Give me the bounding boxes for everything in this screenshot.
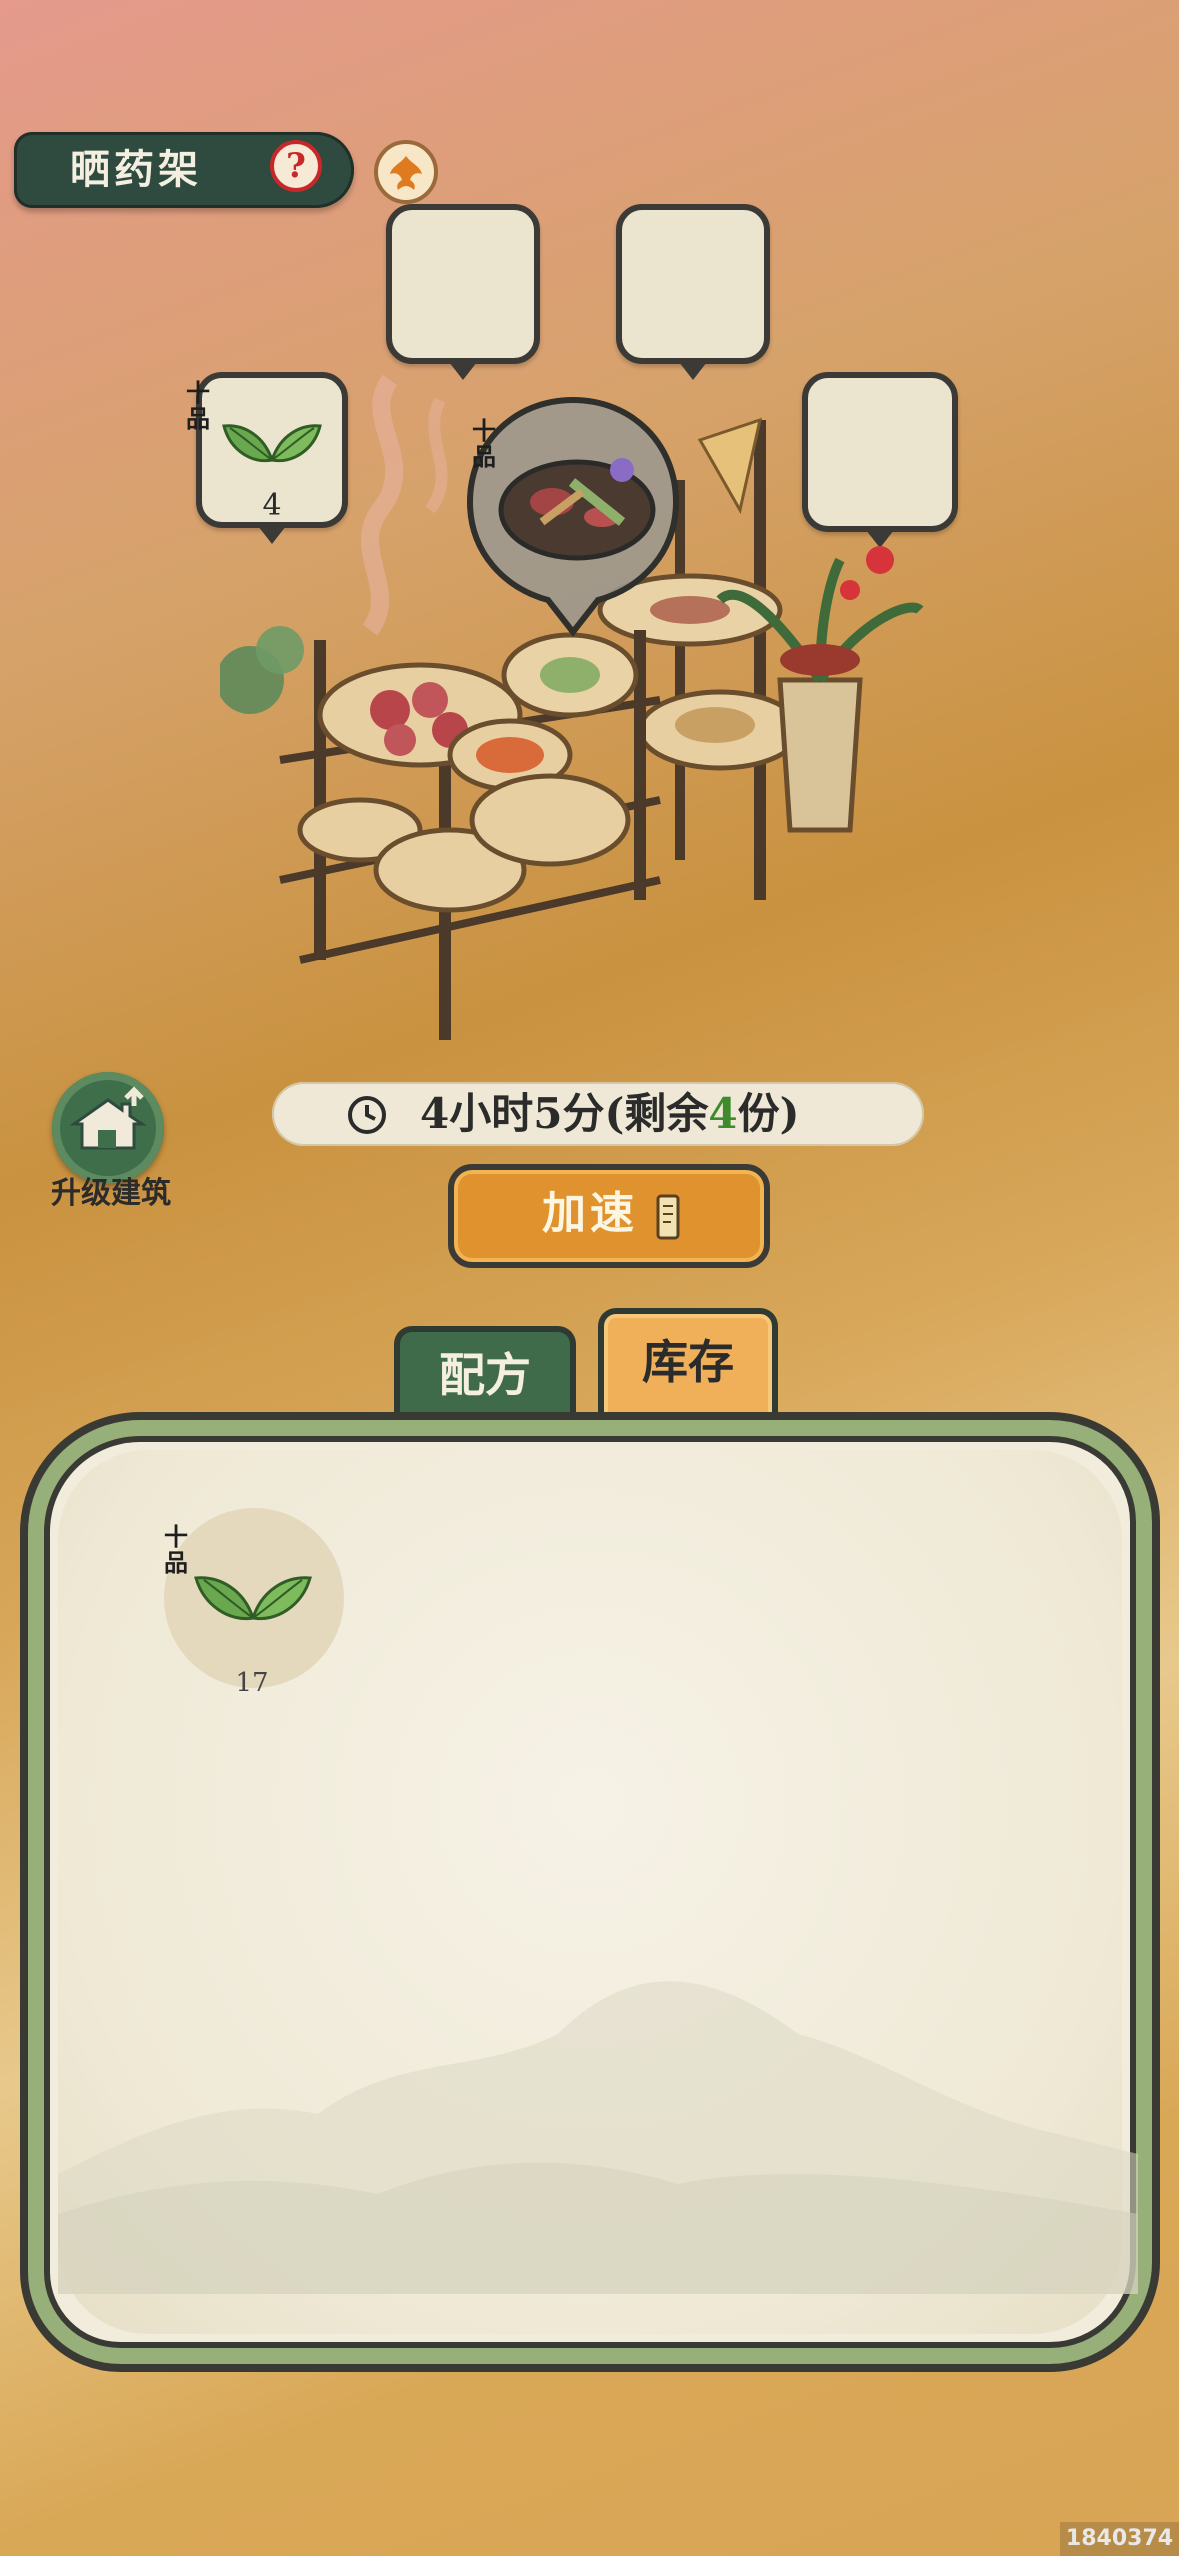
- tab-recipe[interactable]: 配方: [394, 1326, 576, 1418]
- scroll-icon: [656, 1194, 680, 1240]
- production-timer-text: 4小时5分(剩余4份): [420, 1086, 890, 1142]
- timer-suffix: 份): [737, 1089, 800, 1138]
- tab-inventory[interactable]: 库存: [598, 1308, 778, 1418]
- speed-up-label[interactable]: 加速: [520, 1182, 660, 1246]
- recipe-item-count: 17: [235, 1668, 269, 1698]
- production-grade: 十品: [472, 416, 496, 471]
- phoenix-emblem-icon: [390, 156, 422, 190]
- clock-icon: [348, 1096, 386, 1134]
- timer-prefix: 4小时5分(剩余: [420, 1089, 709, 1138]
- remaining-portions: 4: [708, 1089, 738, 1138]
- watermark-id: 1840374: [1060, 2522, 1179, 2556]
- upgrade-building-label[interactable]: 升级建筑: [26, 1172, 196, 1216]
- building-title: 晒药架: [70, 146, 202, 193]
- green-leaf-icon: [194, 1576, 312, 1621]
- help-icon[interactable]: ?: [270, 140, 322, 192]
- slot-1-grade: 十品: [186, 378, 210, 433]
- upgrade-building-icon: [69, 1086, 147, 1150]
- upgrade-building-button[interactable]: [52, 1072, 164, 1184]
- ingredient-slot-3[interactable]: [616, 204, 770, 380]
- recipe-item-grade: 十品: [164, 1522, 188, 1577]
- ingredient-slot-2[interactable]: [386, 204, 540, 380]
- mountain-scenery: [58, 1981, 1138, 2294]
- phoenix-icon[interactable]: [374, 140, 438, 204]
